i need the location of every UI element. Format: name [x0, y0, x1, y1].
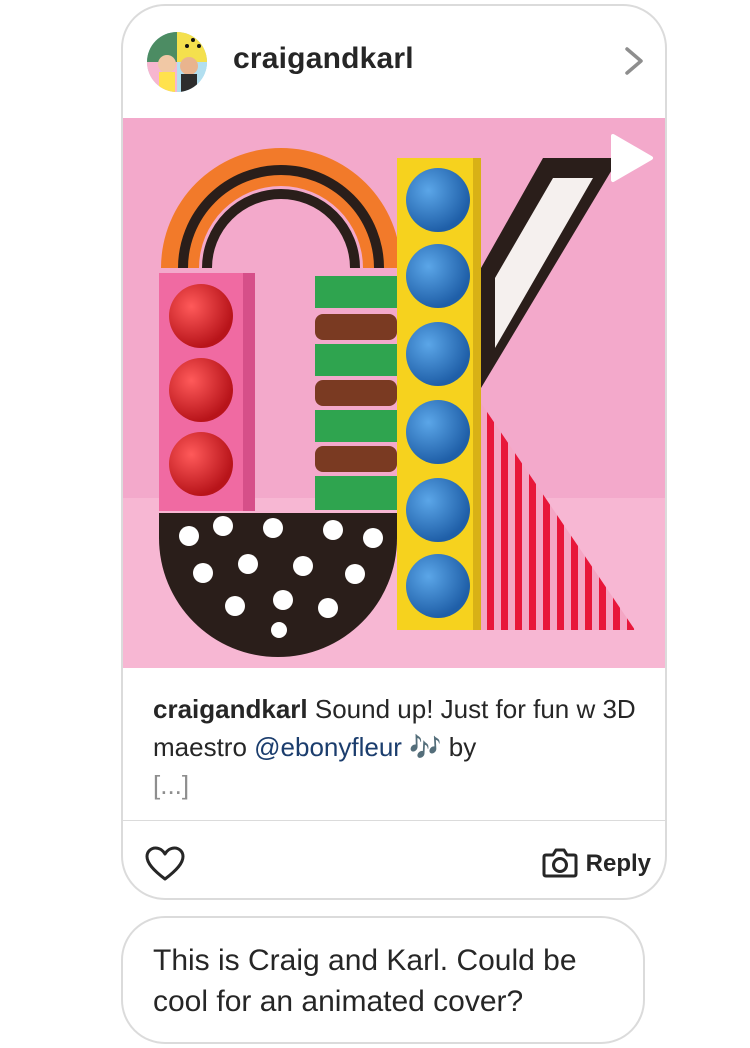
- post-caption[interactable]: craigandkarl Sound up! Just for fun w 3D…: [153, 690, 643, 804]
- caption-mention-link[interactable]: @ebonyfleur: [254, 732, 402, 762]
- caption-username[interactable]: craigandkarl: [153, 694, 308, 724]
- like-button[interactable]: [145, 846, 185, 882]
- avatar[interactable]: [147, 32, 207, 92]
- post-media[interactable]: [123, 118, 665, 668]
- dm-thread: craigandkarl craigandkarl Sound up! Just…: [0, 0, 750, 1048]
- divider: [123, 820, 665, 821]
- reply-button[interactable]: Reply: [542, 846, 651, 882]
- heart-icon: [145, 846, 185, 886]
- caption-more-link[interactable]: [...]: [153, 766, 643, 804]
- caption-text-after: 🎶 by: [401, 732, 477, 762]
- message-bubble[interactable]: This is Craig and Karl. Could be cool fo…: [121, 916, 645, 1044]
- camera-icon: [542, 846, 578, 883]
- message-text: This is Craig and Karl. Could be cool fo…: [153, 944, 577, 1018]
- post-username[interactable]: craigandkarl: [233, 42, 414, 76]
- chevron-right-icon[interactable]: [623, 46, 645, 76]
- post-header[interactable]: craigandkarl: [123, 6, 665, 118]
- shared-post-card[interactable]: craigandkarl craigandkarl Sound up! Just…: [121, 4, 667, 900]
- reply-label: Reply: [585, 850, 651, 877]
